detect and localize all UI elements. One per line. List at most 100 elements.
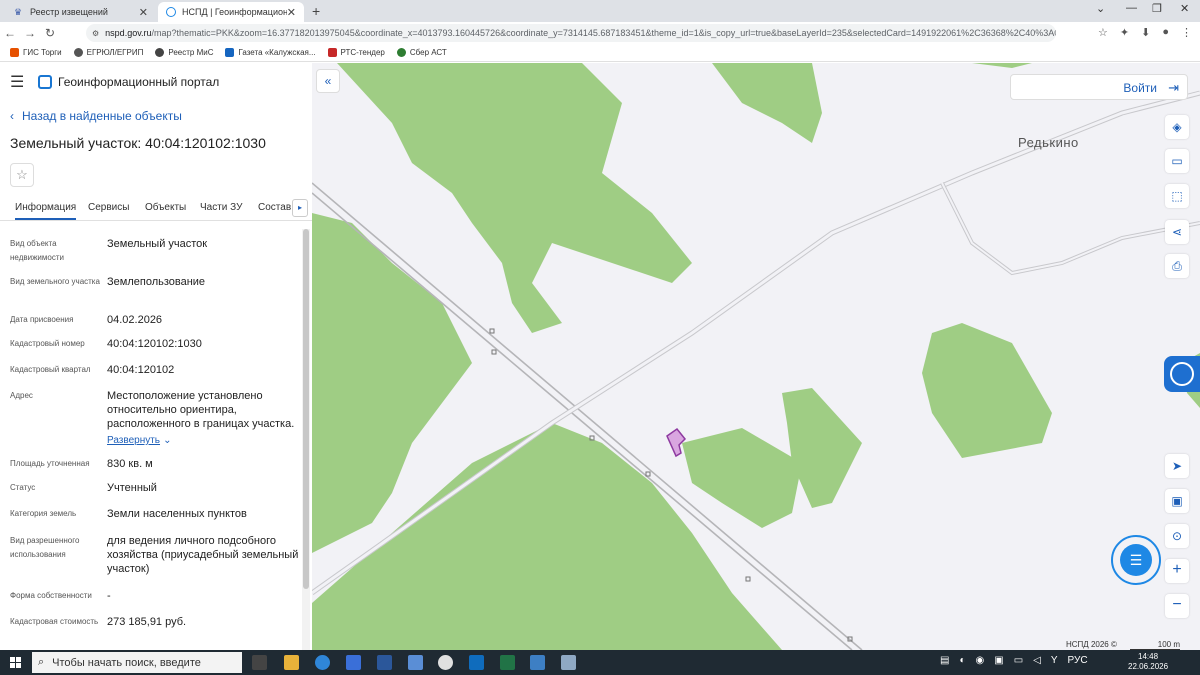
hamburger-menu-icon[interactable]: ☰ [10, 72, 30, 92]
minimap-button[interactable]: ▣ [1165, 489, 1189, 513]
extensions-icon[interactable]: ✦ [1120, 26, 1129, 39]
excel-icon[interactable] [500, 655, 515, 670]
chrome-icon[interactable] [438, 655, 453, 670]
favorite-star-button[interactable]: ☆ [10, 163, 34, 187]
close-window-icon[interactable]: ✕ [1180, 2, 1189, 15]
word-icon[interactable] [377, 655, 392, 670]
tray-app-icon[interactable]: Y [1051, 655, 1058, 666]
windows-taskbar: ⌕ Чтобы начать поиск, введите ▤ ◐ ◉ ▣ ▭ … [0, 650, 1200, 675]
field-label: Категория земель [10, 509, 77, 518]
taskbar-search-box[interactable]: ⌕ Чтобы начать поиск, введите [32, 652, 242, 673]
tab-services[interactable]: Сервисы [88, 202, 129, 213]
tab-search-icon[interactable]: ⌄ [1096, 2, 1105, 15]
chat-icon: ☰ [1120, 544, 1152, 576]
taskbar-clock[interactable]: 14:48 22.06.2026 [1128, 652, 1168, 672]
login-button[interactable]: Войти ⇥ [1010, 74, 1188, 100]
keyboard-icon[interactable]: ▤ [940, 655, 949, 666]
field-label: Вид разрешенного использования [10, 536, 80, 559]
bookmark-star-icon[interactable]: ☆ [1098, 26, 1108, 39]
forward-arrow-icon[interactable]: → [20, 26, 40, 40]
bookmark-label: Реестр МиС [168, 48, 214, 57]
bookmark-label: Сбер АСТ [409, 48, 447, 57]
field-value: Земли населенных пунктов [107, 508, 247, 520]
zoom-out-button[interactable]: − [1165, 594, 1189, 618]
start-icon-square [10, 663, 15, 668]
new-tab-icon[interactable]: + [312, 3, 320, 19]
field-label: Вид объекта недвижимости [10, 239, 64, 262]
tray-app-icon[interactable]: ◐ [959, 655, 965, 666]
tab-information[interactable]: Информация [15, 202, 77, 220]
scrollbar-thumb[interactable] [303, 229, 309, 589]
tray-app-icon[interactable]: ◉ [976, 655, 985, 666]
bookmark-rts-tender[interactable]: РТС-тендер [327, 48, 385, 57]
bookmark-reestr-mis[interactable]: Реестр МиС [155, 48, 213, 57]
downloads-icon[interactable]: ⬇ [1141, 26, 1150, 39]
panel-scrollbar[interactable] [302, 229, 310, 650]
map-canvas[interactable] [312, 63, 1200, 650]
place-label: Редькино [1018, 135, 1079, 150]
url-path: /map?thematic=PKK&zoom=16.37718201397504… [151, 28, 1056, 38]
side-feedback-button[interactable] [1164, 356, 1200, 392]
chevron-down-icon: ⌄ [163, 435, 172, 446]
mail-icon[interactable] [408, 655, 423, 670]
tabs-scroll-right-button[interactable]: ▸ [292, 199, 308, 217]
forest-area [712, 63, 822, 143]
bookmark-icon [10, 48, 19, 57]
outlook-icon[interactable] [469, 655, 484, 670]
back-label: Назад в найденные объекты [22, 109, 182, 123]
network-icon[interactable]: ▭ [1014, 655, 1023, 666]
browser-tab-registry[interactable]: ♛ Реестр извещений ✕ [6, 2, 156, 22]
tab-parts[interactable]: Части ЗУ [200, 202, 242, 213]
profile-icon[interactable]: ● [1162, 26, 1169, 39]
volume-icon[interactable]: ◁ [1033, 655, 1041, 666]
info-tabs: Информация Сервисы Объекты Части ЗУ Сост… [0, 197, 312, 221]
bookmark-gazeta[interactable]: Газета «Калужская... [225, 48, 316, 57]
select-area-button[interactable]: ⬚ [1165, 184, 1189, 208]
close-tab-icon[interactable]: ✕ [287, 6, 296, 19]
close-tab-icon[interactable]: ✕ [139, 6, 148, 19]
minimize-icon[interactable]: — [1126, 2, 1137, 14]
share-button[interactable]: ⋖ [1165, 220, 1189, 244]
bookmark-label: ЕГРЮЛ/ЕГРИП [86, 48, 144, 57]
tab-objects[interactable]: Объекты [145, 202, 186, 213]
site-info-icon[interactable]: ⚙ [92, 29, 99, 38]
store-icon[interactable] [346, 655, 361, 670]
layers-button[interactable]: ◈ [1165, 115, 1189, 139]
calculator-icon[interactable] [530, 655, 545, 670]
back-arrow-icon[interactable]: ← [0, 26, 20, 40]
tray-app-icon[interactable]: ▣ [994, 655, 1003, 666]
field-value: Местоположение установлено относительно … [107, 390, 295, 430]
chat-assistant-button[interactable]: ☰ [1111, 535, 1161, 585]
address-bar-row: ← → ↻ ⚙ nspd.gov.ru /map?thematic=PKK&zo… [0, 22, 1200, 44]
app-icon[interactable] [561, 655, 576, 670]
field-label: Адрес [10, 391, 33, 400]
browser-tab-bar: ♛ Реестр извещений ✕ НСПД | Геоинформаци… [0, 0, 1200, 22]
bookmark-gis-torgi[interactable]: ГИС Торги [10, 48, 62, 57]
print-button[interactable]: ⎙ [1165, 254, 1189, 278]
back-to-results-link[interactable]: ‹ Назад в найденные объекты [10, 109, 182, 123]
file-explorer-icon[interactable] [284, 655, 299, 670]
url-field[interactable]: ⚙ nspd.gov.ru /map?thematic=PKK&zoom=16.… [86, 24, 1056, 42]
app-header: ☰ Геоинформационный портал [0, 63, 312, 101]
bookmark-sber-ast[interactable]: Сбер АСТ [396, 48, 447, 57]
geolocation-button[interactable]: ➤ [1165, 454, 1189, 478]
location-search-button[interactable]: ⊙ [1165, 524, 1189, 548]
zoom-in-button[interactable]: + [1165, 559, 1189, 583]
bookmark-egrul[interactable]: ЕГРЮЛ/ЕГРИП [73, 48, 144, 57]
maximize-icon[interactable]: ❐ [1152, 2, 1162, 15]
selected-parcel [666, 427, 687, 458]
field-value: - [107, 590, 111, 602]
boundary-marker [745, 576, 751, 582]
windows-start-icon[interactable] [10, 657, 21, 668]
expand-label: Развернуть [107, 435, 161, 446]
tab-composition[interactable]: Состав [258, 202, 291, 213]
expand-address-link[interactable]: Развернуть ⌄ [107, 433, 301, 448]
collapse-panel-button[interactable]: « [316, 69, 340, 93]
language-indicator[interactable]: РУС [1068, 655, 1088, 666]
reload-icon[interactable]: ↻ [40, 26, 60, 40]
ruler-button[interactable]: ▭ [1165, 149, 1189, 173]
edge-browser-icon[interactable] [315, 655, 330, 670]
menu-dots-icon[interactable]: ⋮ [1181, 26, 1192, 39]
task-view-icon[interactable] [252, 655, 267, 670]
browser-tab-nspd[interactable]: НСПД | Геоинформационный п ✕ [158, 2, 304, 22]
